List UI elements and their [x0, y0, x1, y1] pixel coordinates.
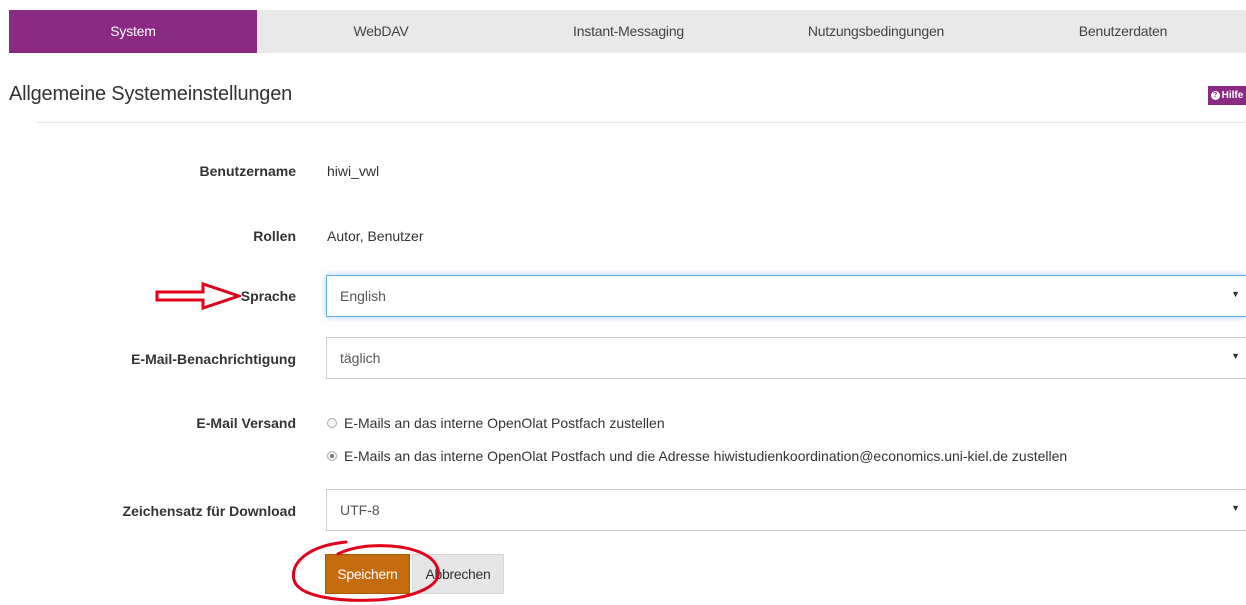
- roles-value: Autor, Benutzer: [327, 228, 424, 244]
- radio-button[interactable]: [327, 418, 337, 428]
- mail-option-internal-and-address[interactable]: E-Mails an das interne OpenOlat Postfach…: [327, 448, 1067, 464]
- language-select[interactable]: English ▼: [326, 275, 1246, 317]
- mail-option-internal[interactable]: E-Mails an das interne OpenOlat Postfach…: [327, 415, 665, 431]
- mail-option-internal-label: E-Mails an das interne OpenOlat Postfach…: [344, 415, 665, 431]
- charset-select-value: UTF-8: [340, 502, 380, 518]
- chevron-down-icon: ▼: [1231, 351, 1240, 361]
- help-label: Hilfe: [1221, 90, 1244, 101]
- username-value: hiwi_vwl: [327, 163, 380, 179]
- mail-option-internal-and-address-label: E-Mails an das interne OpenOlat Postfach…: [344, 448, 1068, 464]
- radio-button-checked[interactable]: [327, 451, 337, 461]
- charset-label: Zeichensatz für Download: [122, 503, 296, 519]
- tab-nutzungsbedingungen[interactable]: Nutzungsbedingungen: [752, 10, 1000, 53]
- header-divider: [37, 122, 1246, 123]
- notification-label: E-Mail-Benachrichtigung: [131, 351, 296, 367]
- username-label: Benutzername: [199, 163, 296, 179]
- roles-label: Rollen: [253, 228, 296, 244]
- tab-webdav[interactable]: WebDAV: [257, 10, 505, 53]
- cancel-button[interactable]: Abbrechen: [412, 554, 504, 594]
- tab-instant-messaging[interactable]: Instant-Messaging: [505, 10, 752, 53]
- notification-select[interactable]: täglich ▼: [326, 337, 1246, 379]
- tab-benutzerdaten[interactable]: Benutzerdaten: [1000, 10, 1246, 53]
- language-select-value: English: [340, 288, 386, 304]
- charset-select[interactable]: UTF-8 ▼: [326, 489, 1246, 531]
- help-button[interactable]: ? Hilfe: [1208, 86, 1246, 105]
- language-label: Sprache: [240, 288, 296, 304]
- notification-select-value: täglich: [340, 350, 381, 366]
- settings-page: System WebDAV Instant-Messaging Nutzungs…: [0, 0, 1246, 605]
- save-button[interactable]: Speichern: [325, 554, 410, 594]
- chevron-down-icon: ▼: [1231, 289, 1240, 299]
- help-icon: ?: [1210, 91, 1220, 100]
- chevron-down-icon: ▼: [1231, 503, 1240, 513]
- tab-system[interactable]: System: [9, 10, 257, 53]
- page-title: Allgemeine Systemeinstellungen: [9, 83, 293, 105]
- annotation-arrow-icon: [155, 281, 241, 311]
- mail-delivery-label: E-Mail Versand: [196, 415, 296, 431]
- tab-bar: System WebDAV Instant-Messaging Nutzungs…: [9, 10, 1246, 53]
